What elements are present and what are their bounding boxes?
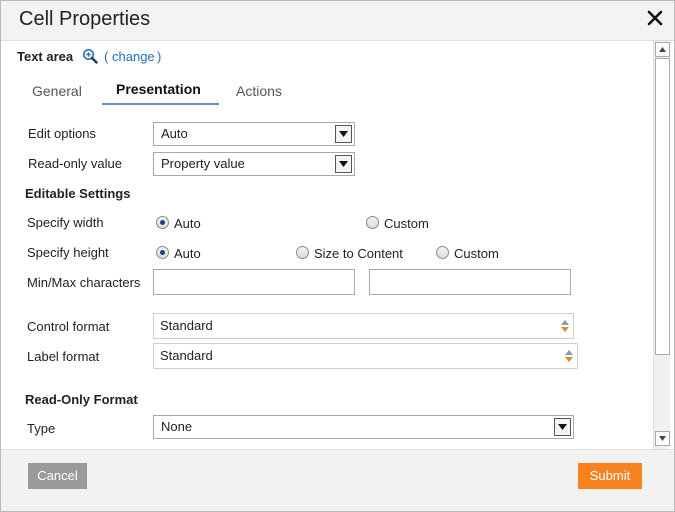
submit-button[interactable]: Submit	[578, 463, 642, 489]
magnifier-icon[interactable]	[82, 48, 98, 64]
edit-options-value: Auto	[161, 126, 188, 141]
chevron-down-icon	[335, 155, 352, 173]
content-scrollbar[interactable]	[653, 41, 670, 449]
chevron-up-icon	[659, 47, 666, 52]
dialog-footer: Cancel Submit	[1, 449, 674, 511]
editable-settings-heading: Editable Settings	[25, 186, 131, 201]
max-characters-input[interactable]	[369, 269, 571, 295]
width-auto-label: Auto	[174, 216, 201, 231]
label-format-value: Standard	[160, 348, 213, 363]
control-format-label: Control format	[27, 319, 110, 334]
cancel-button[interactable]: Cancel	[28, 463, 87, 489]
min-max-characters-label: Min/Max characters	[27, 275, 141, 290]
type-value: None	[161, 419, 193, 434]
width-custom-label: Custom	[384, 216, 429, 231]
type-label: Type	[27, 421, 56, 436]
height-custom-radio[interactable]	[436, 246, 449, 259]
specify-width-label: Specify width	[27, 215, 104, 230]
active-tab-indicator	[102, 103, 219, 105]
edit-options-select[interactable]: Auto	[153, 122, 355, 146]
chevron-down-icon	[659, 436, 666, 441]
specify-height-label: Specify height	[27, 245, 109, 260]
read-only-value-select[interactable]: Property value	[153, 152, 355, 176]
change-link[interactable]: change	[112, 49, 155, 64]
height-size-to-content-radio[interactable]	[296, 246, 309, 259]
scroll-thumb[interactable]	[655, 58, 670, 355]
tab-general[interactable]: General	[32, 83, 82, 99]
cell-properties-dialog: Cell Properties Text area ( change ) Gen…	[0, 0, 675, 512]
read-only-format-heading: Read-Only Format	[25, 392, 138, 407]
dialog-content: Text area ( change ) General Presentatio…	[2, 41, 653, 449]
edit-options-label: Edit options	[28, 126, 96, 141]
chevron-down-icon	[554, 418, 571, 436]
up-down-icon	[561, 320, 569, 332]
type-select[interactable]: None	[153, 415, 574, 439]
min-characters-input[interactable]	[153, 269, 355, 295]
read-only-value-label: Read-only value	[28, 156, 122, 171]
scroll-up-button[interactable]	[655, 42, 670, 57]
control-format-value: Standard	[160, 318, 213, 333]
height-size-to-content-label: Size to Content	[314, 246, 403, 261]
label-format-select[interactable]: Standard	[153, 343, 578, 369]
dialog-titlebar: Cell Properties	[1, 1, 674, 41]
label-format-label: Label format	[27, 349, 100, 364]
paren-close: )	[157, 49, 162, 64]
tab-presentation[interactable]: Presentation	[116, 81, 201, 97]
chevron-down-icon	[335, 125, 352, 143]
height-auto-label: Auto	[174, 246, 201, 261]
height-auto-radio[interactable]	[156, 246, 169, 259]
dialog-title: Cell Properties	[19, 8, 151, 30]
up-down-icon	[565, 350, 573, 362]
height-custom-label: Custom	[454, 246, 499, 261]
paren-open: (	[104, 49, 109, 64]
control-format-select[interactable]: Standard	[153, 313, 574, 339]
scroll-down-button[interactable]	[655, 431, 670, 446]
tab-actions[interactable]: Actions	[236, 83, 282, 99]
close-icon	[647, 10, 663, 26]
read-only-value-value: Property value	[161, 156, 245, 171]
close-button[interactable]	[641, 4, 669, 32]
width-auto-radio[interactable]	[156, 216, 169, 229]
width-custom-radio[interactable]	[366, 216, 379, 229]
control-type-label: Text area	[17, 49, 74, 64]
